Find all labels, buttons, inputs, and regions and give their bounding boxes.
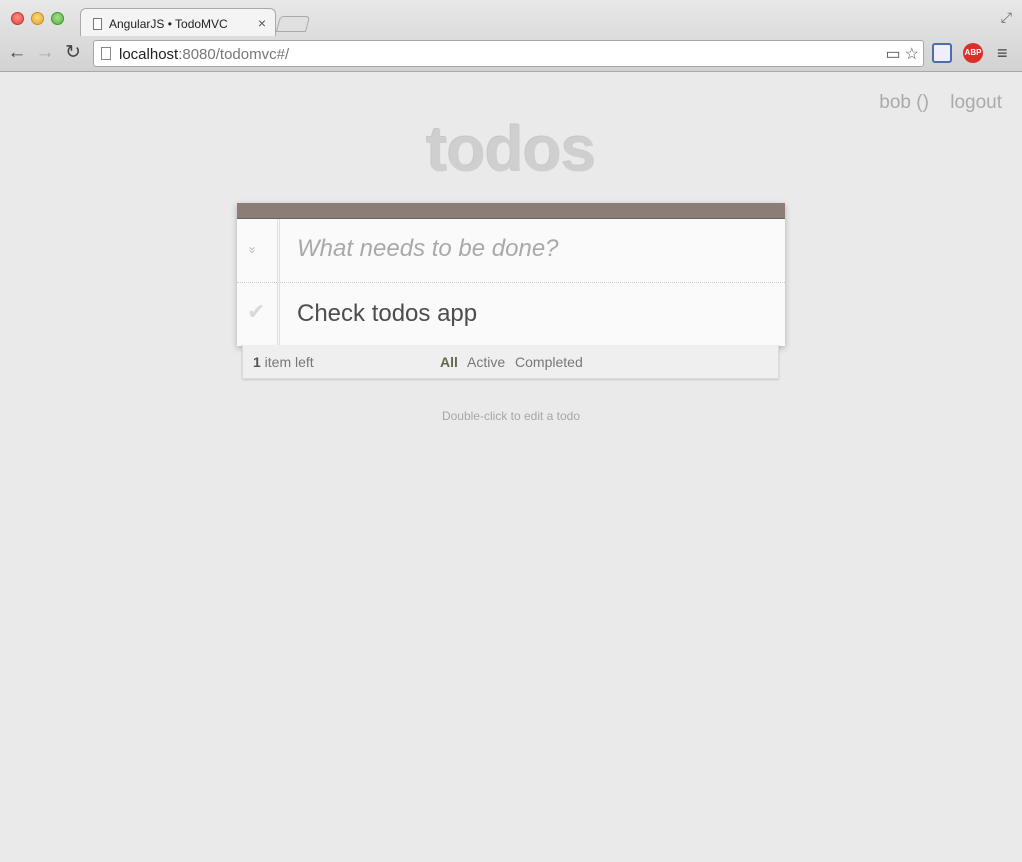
- logout-link[interactable]: logout: [950, 92, 1002, 113]
- new-tab-button[interactable]: [275, 16, 311, 32]
- user-bar: bob () logout: [863, 92, 1002, 114]
- url-host: localhost: [119, 46, 179, 63]
- reader-mode-icon[interactable]: ▭: [886, 46, 901, 63]
- username: bob (): [879, 92, 929, 113]
- window-close-button[interactable]: [11, 12, 24, 25]
- adblock-icon[interactable]: ABP: [963, 43, 983, 63]
- filter-active[interactable]: Active: [467, 354, 505, 370]
- url-text[interactable]: localhost:8080/todomvc#/: [119, 46, 289, 63]
- todo-item: ✔ Check todos app: [237, 283, 785, 346]
- todo-count: 1 item left: [253, 354, 314, 370]
- browser-tab[interactable]: AngularJS • TodoMVC ×: [80, 8, 276, 36]
- bookmark-star-icon[interactable]: ☆: [905, 46, 919, 63]
- todo-app: » ✔ Check todos app: [237, 203, 785, 346]
- browser-chrome: AngularJS • TodoMVC × ⤢ ← → ↻ localhost:…: [0, 0, 1022, 72]
- checkmark-icon[interactable]: ✔: [247, 299, 265, 325]
- page-icon: [101, 47, 111, 60]
- back-button[interactable]: ←: [7, 42, 27, 64]
- filter-completed[interactable]: Completed: [515, 354, 583, 370]
- forward-button[interactable]: →: [35, 42, 55, 64]
- toggle-all-icon[interactable]: »: [246, 246, 261, 250]
- window-minimize-button[interactable]: [31, 12, 44, 25]
- extension-window-icon[interactable]: [932, 43, 952, 63]
- address-bar[interactable]: localhost:8080/todomvc#/ ▭ ☆: [93, 40, 924, 67]
- reload-button[interactable]: ↻: [63, 42, 83, 64]
- window-maximize-button[interactable]: [51, 12, 64, 25]
- margin-line: [277, 283, 280, 346]
- menu-icon[interactable]: ≡: [997, 43, 1017, 63]
- todo-count-number: 1: [253, 354, 261, 370]
- info-text: Double-click to edit a todo: [441, 409, 581, 423]
- fullscreen-icon[interactable]: ⤢: [1001, 9, 1012, 26]
- page: bob () logout todos » ✔ Check todos app …: [0, 72, 1022, 862]
- filter-all[interactable]: All: [440, 354, 458, 370]
- header-bar: [237, 203, 785, 219]
- url-path: :8080/todomvc#/: [178, 46, 290, 63]
- app-title: todos: [426, 113, 596, 185]
- new-todo-row: »: [237, 219, 785, 283]
- filters: All Active Completed: [440, 354, 589, 370]
- tab-close-icon[interactable]: ×: [258, 15, 266, 31]
- todo-footer: 1 item left All Active Completed: [242, 345, 779, 379]
- todo-label[interactable]: Check todos app: [297, 300, 477, 328]
- tab-title: AngularJS • TodoMVC: [109, 17, 228, 31]
- new-todo-input[interactable]: [297, 235, 757, 263]
- todo-count-suffix: item left: [260, 354, 314, 370]
- margin-line: [277, 219, 280, 282]
- page-icon: [93, 18, 102, 30]
